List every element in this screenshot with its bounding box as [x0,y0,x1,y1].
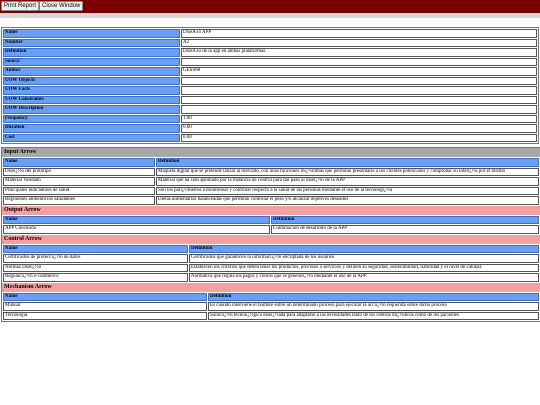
table-row: Regimenes alimenticios saludables Dietas … [3,196,539,205]
property-row: UOW Constraints [3,95,537,104]
section-title: Input Arrow [2,148,540,157]
arrow-name-cell: Manual [3,302,207,311]
table-row: Regulaciï¿½n e-commerce Normativa que reg… [3,273,539,282]
table-row: Principales indicadores de salud Son los … [3,186,539,195]
property-key: Definition [3,48,180,57]
input-arrow-section: Input Arrow Name Definition Diseï¿½o del… [2,148,540,206]
toolbar-divider [0,13,540,18]
table-row: APP Concluida Culminacion de desarrollo d… [3,225,539,234]
mechanism-arrow-table: Name Definition Manual Es cuando intervie… [2,292,540,322]
control-arrow-section: Control Arrow Name Definition Certificad… [2,234,540,283]
property-value [181,57,537,66]
table-row: Diseï¿½o del prototipo Maqueta digital qu… [3,167,539,176]
property-value: 0.00 [181,133,537,142]
property-value [181,86,537,95]
close-window-button[interactable]: Close Window [39,1,84,11]
arrow-definition-cell: Maqueta digital que se pretende lanzar a… [156,167,539,176]
property-row: Frequency 1.00 [3,114,537,123]
table-row: Material Validado Material que ha sido ap… [3,177,539,186]
column-header-name: Name [3,215,270,224]
arrow-definition-cell: Normativa que regula los pagos y cobros … [189,273,539,282]
property-key: Duration [3,124,180,133]
table-row: Manual Es cuando interviene el hombre sob… [3,302,539,311]
arrow-definition-cell: Certificados que garanticen la informaci… [189,254,539,263]
mechanism-arrow-section: Mechanism Arrow Name Definition Manual Es… [2,282,540,322]
column-header-name: Name [3,244,188,253]
property-value: DiseÃ±o APP [181,29,537,38]
output-arrow-section: Output Arrow Name Definition APP Conclui… [2,205,540,235]
column-header-definition: Definition [271,215,539,224]
arrow-name-cell: Tecnologia [3,311,207,320]
arrows-panel: Input Arrow Name Definition Diseï¿½o del… [1,147,540,322]
section-title: Control Arrow [2,234,540,244]
property-key: UOW Objects [3,76,180,85]
arrow-definition-cell: Es cuando interviene el hombre sobre un … [208,302,539,311]
property-key: Frequency [3,114,180,123]
property-row: Number A2 [3,38,537,47]
control-arrow-table: Name Definition Certificados de protecci… [2,244,540,283]
column-header-definition: Definition [208,292,539,301]
arrow-name-cell: Regulaciï¿½n e-commerce [3,273,188,282]
output-arrow-table: Name Definition APP Concluida Culminacion… [2,215,540,235]
arrow-definition-cell: Culminacion de desarrollo de la APP [271,225,539,234]
arrow-definition-cell: Son los parï¿½metros a monitorear y cont… [156,186,539,195]
property-value [181,95,537,104]
section-title: Output Arrow [2,205,540,215]
arrow-definition-cell: Material que ha sido aprobado por la ins… [156,177,539,186]
table-row: Certificados de protecciï¿½n de datos Cer… [3,254,539,263]
arrow-definition-cell: Dietas alimentarias balanceadas que perm… [156,196,539,205]
print-report-button[interactable]: Print Report [1,1,40,11]
property-row: Duration 0.00 [3,124,537,133]
arrow-name-cell: Principales indicadores de salud [3,186,155,195]
property-key: UOW Description [3,105,180,114]
arrow-name-cell: Material Validado [3,177,155,186]
input-arrow-table: Name Definition Diseï¿½o del prototipo Ma… [2,157,540,206]
property-value: A2 [181,38,537,47]
property-key: UOW Constraints [3,95,180,104]
arrow-definition-cell: Soluciï¿½n tecnolï¿½gica diseï¿½ada para… [208,311,539,320]
top-toolbar: Print Report Close Window [0,0,540,13]
property-value: GESS68 [181,67,537,76]
arrow-name-cell: Certificados de protecciï¿½n de datos [3,254,188,263]
table-row: Tecnologia Soluciï¿½n tecnolï¿½gica diseï… [3,311,539,320]
property-value [181,105,537,114]
property-row: Author GESS68 [3,67,537,76]
property-key: Cost [3,133,180,142]
activity-properties-table: Name DiseÃ±o APP Number A2 Definition DiseÃ±o… [1,27,539,144]
property-row: UOW Description [3,105,537,114]
arrow-name-cell: APP Concluida [3,225,270,234]
arrow-name-cell: Normas Diseï¿½o [3,263,188,272]
property-key: Author [3,67,180,76]
property-row: Source [3,57,537,66]
property-row: Definition DiseÃ±o de la app en ambas pla… [3,48,537,57]
column-header-definition: Definition [156,158,539,167]
arrow-name-cell: Regimenes alimenticios saludables [3,196,155,205]
property-key: Number [3,38,180,47]
property-row: UOW Objects [3,76,537,85]
table-row: Normas Diseï¿½o Establecen los criterios … [3,263,539,272]
property-key: Source [3,57,180,66]
arrow-definition-cell: Establecen los criterios que deben tener… [189,263,539,272]
section-title: Mechanism Arrow [2,282,540,292]
column-header-definition: Definition [189,244,539,253]
property-row: Cost 0.00 [3,133,537,142]
property-value: 1.00 [181,114,537,123]
property-key: UOW Facts [3,86,180,95]
arrow-name-cell: Diseï¿½o del prototipo [3,167,155,176]
property-key: Name [3,29,180,38]
column-header-name: Name [3,158,155,167]
property-value: 0.00 [181,124,537,133]
property-row: Name DiseÃ±o APP [3,29,537,38]
property-value [181,76,537,85]
column-header-name: Name [3,292,207,301]
property-value: DiseÃ±o de la app en ambas plataformas [181,48,537,57]
property-row: UOW Facts [3,86,537,95]
